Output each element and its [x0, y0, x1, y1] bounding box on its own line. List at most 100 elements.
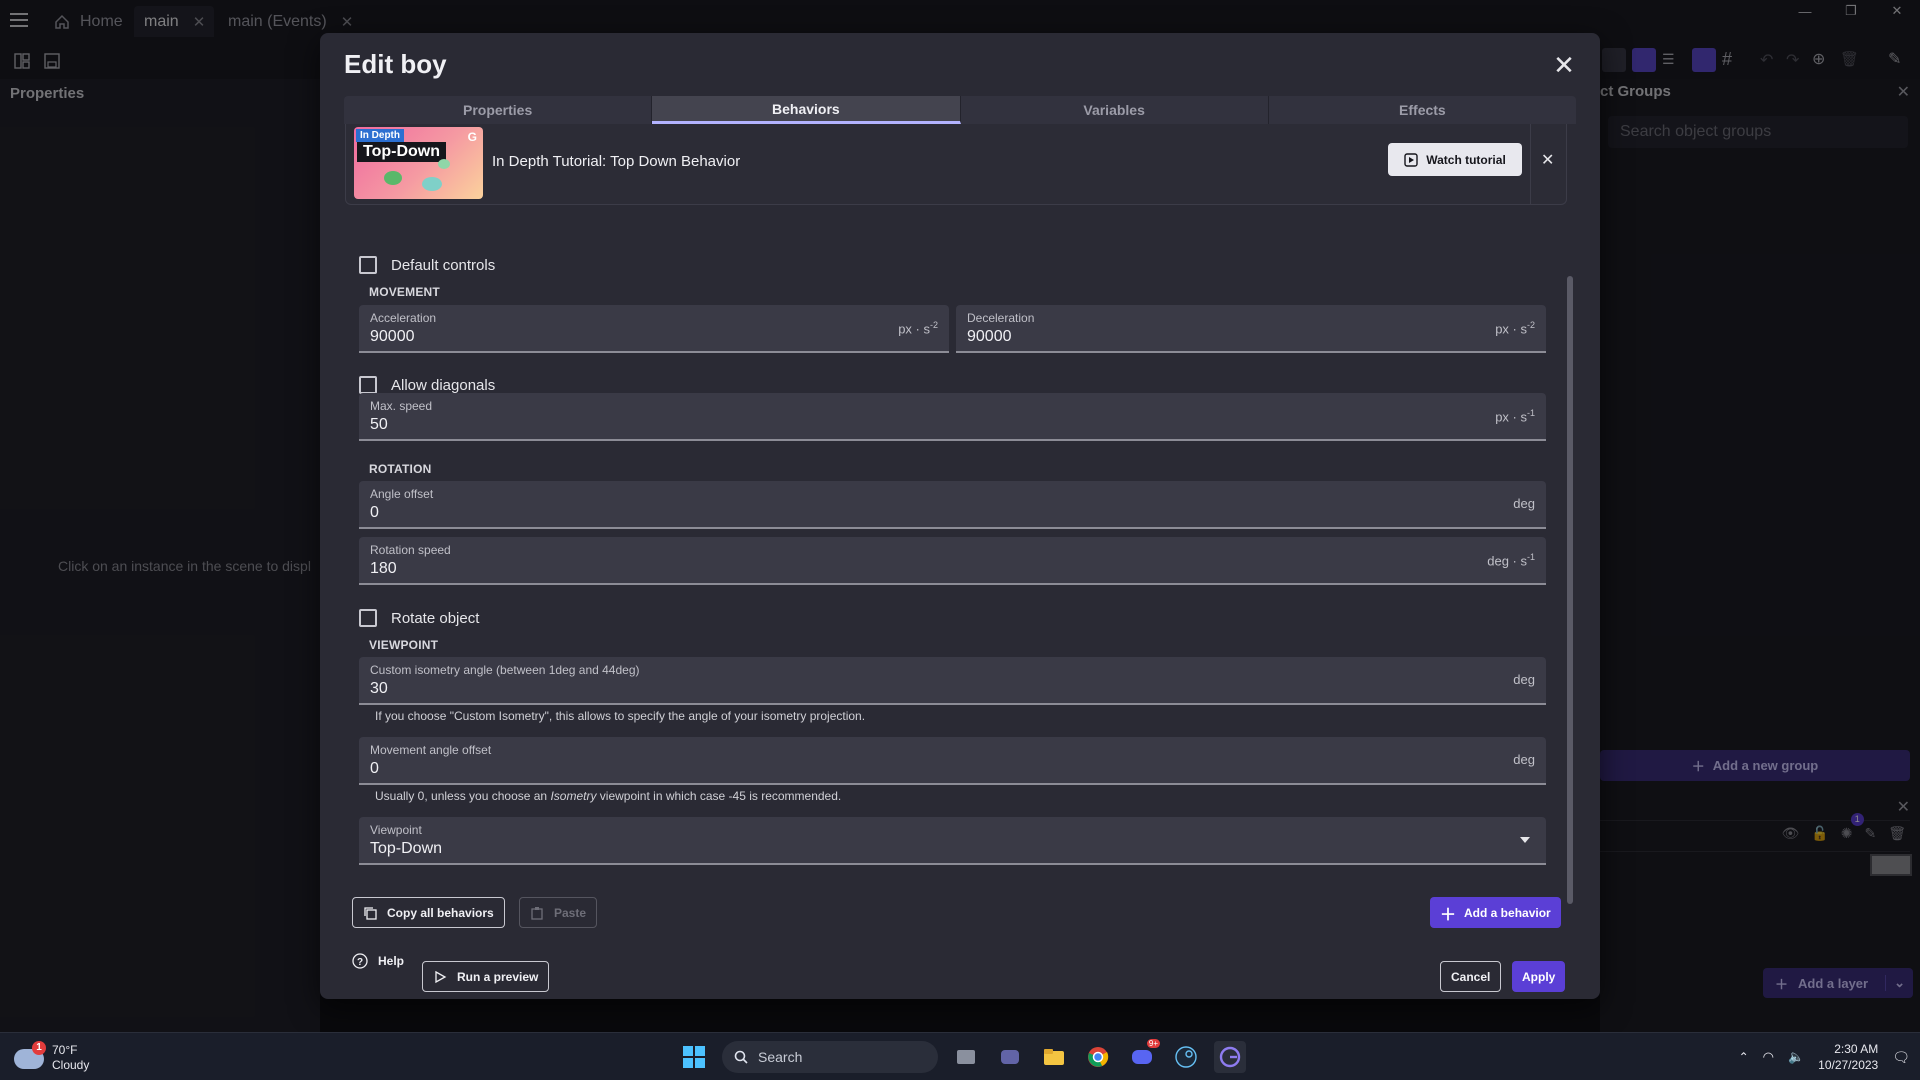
tab-variables[interactable]: Variables — [961, 96, 1269, 124]
tutorial-card: In Depth Top-Down G In Depth Tutorial: T… — [345, 124, 1567, 205]
gdevelop-icon[interactable] — [1214, 1041, 1246, 1073]
weather-desc: Cloudy — [52, 1058, 90, 1072]
help-icon: ? — [352, 953, 368, 969]
rotation-speed-field[interactable]: Rotation speed 180 deg · s-1 — [359, 537, 1546, 585]
custom-isometry-label: Custom isometry angle (between 1deg and … — [370, 663, 640, 677]
clock[interactable]: 2:30 AM 10/27/2023 — [1818, 1041, 1878, 1073]
cloud-icon: 1 — [14, 1041, 46, 1069]
deceleration-label: Deceleration — [967, 311, 1035, 325]
rotation-section-title: ROTATION — [369, 462, 432, 476]
task-view-icon[interactable] — [950, 1041, 982, 1073]
add-behavior-button[interactable]: ＋ Add a behavior — [1430, 897, 1561, 928]
dropdown-arrow-icon[interactable] — [1520, 837, 1530, 843]
edit-object-dialog: Edit boy ✕ Properties Behaviors Variable… — [320, 33, 1600, 999]
max-speed-field[interactable]: Max. speed 50 px · s-1 — [359, 393, 1546, 441]
play-icon — [433, 970, 447, 984]
acceleration-field[interactable]: Acceleration 90000 px · s-2 — [359, 305, 949, 353]
divider — [1530, 124, 1531, 205]
acceleration-label: Acceleration — [370, 311, 437, 325]
chevron-up-icon[interactable]: ⌃ — [1739, 1050, 1749, 1064]
help-button[interactable]: ? Help — [352, 953, 404, 969]
clipboard-icon — [530, 906, 544, 920]
viewpoint-section-title: VIEWPOINT — [369, 638, 439, 652]
copy-all-behaviors-button[interactable]: Copy all behaviors — [352, 897, 505, 928]
movement-angle-offset-field[interactable]: Movement angle offset 0 deg — [359, 737, 1546, 785]
rotation-speed-value[interactable]: 180 — [370, 560, 397, 578]
discord-icon[interactable]: 9+ — [1126, 1039, 1160, 1073]
deceleration-field[interactable]: Deceleration 90000 px · s-2 — [956, 305, 1546, 353]
allow-diagonals-label: Allow diagonals — [391, 376, 496, 394]
angle-offset-value[interactable]: 0 — [370, 504, 379, 522]
cancel-button[interactable]: Cancel — [1440, 961, 1502, 992]
tab-properties[interactable]: Properties — [344, 96, 653, 124]
copy-all-behaviors-label: Copy all behaviors — [387, 905, 494, 920]
tab-effects[interactable]: Effects — [1269, 96, 1576, 124]
paste-button[interactable]: Paste — [519, 897, 598, 928]
custom-isometry-unit: deg — [1513, 672, 1535, 687]
paste-label: Paste — [554, 905, 587, 920]
angle-offset-unit: deg — [1513, 496, 1535, 511]
file-explorer-icon[interactable] — [1038, 1041, 1070, 1073]
dialog-tabs: Properties Behaviors Variables Effects — [344, 96, 1576, 124]
movement-section-title: MOVEMENT — [369, 285, 440, 299]
rotation-speed-unit: deg · s-1 — [1487, 552, 1535, 569]
dialog-title: Edit boy — [344, 49, 447, 79]
rotation-speed-label: Rotation speed — [370, 543, 451, 557]
svg-text:?: ? — [357, 957, 363, 968]
close-dialog-icon[interactable]: ✕ — [1550, 51, 1578, 79]
tutorial-thumbnail[interactable]: In Depth Top-Down G — [354, 127, 483, 199]
apply-button[interactable]: Apply — [1512, 961, 1566, 992]
volume-icon[interactable]: 🔈 — [1788, 1049, 1804, 1065]
checkbox-icon[interactable] — [359, 609, 377, 627]
watch-tutorial-button[interactable]: Watch tutorial — [1388, 143, 1522, 176]
search-icon — [734, 1050, 748, 1064]
behaviors-content[interactable]: In Depth Top-Down G In Depth Tutorial: T… — [344, 124, 1576, 904]
dismiss-tutorial-icon[interactable]: ✕ — [1541, 150, 1554, 170]
system-tray: ⌃ ◠ 🔈 2:30 AM 10/27/2023 🗨 — [1739, 1033, 1920, 1080]
run-preview-button[interactable]: Run a preview — [422, 961, 550, 992]
movement-angle-help: Usually 0, unless you choose an Isometry… — [375, 789, 842, 803]
deceleration-value[interactable]: 90000 — [967, 328, 1012, 346]
acceleration-unit: px · s-2 — [898, 320, 938, 337]
play-icon — [1404, 152, 1418, 167]
default-controls-label: Default controls — [391, 256, 496, 274]
custom-isometry-field[interactable]: Custom isometry angle (between 1deg and … — [359, 657, 1546, 705]
viewpoint-select[interactable]: Viewpoint Top-Down — [359, 817, 1546, 865]
wifi-icon[interactable]: ◠ — [1763, 1049, 1774, 1065]
search-label: Search — [758, 1049, 803, 1065]
custom-isometry-help: If you choose "Custom Isometry", this al… — [375, 709, 866, 723]
teams-icon[interactable] — [994, 1041, 1026, 1073]
movement-angle-offset-value[interactable]: 0 — [370, 760, 379, 778]
tutorial-badge: In Depth — [356, 129, 404, 142]
taskbar-apps: Search 9+ — [678, 1039, 1246, 1073]
checkbox-icon[interactable] — [359, 256, 377, 274]
chrome-icon[interactable] — [1082, 1041, 1114, 1073]
windows-taskbar: 1 70°F Cloudy Search 9+ ⌃ ◠ 🔈 2:30 AM 10… — [0, 1032, 1920, 1080]
weather-widget[interactable]: 1 70°F Cloudy — [14, 1041, 90, 1073]
acceleration-value[interactable]: 90000 — [370, 328, 415, 346]
checkbox-icon[interactable] — [359, 376, 377, 394]
max-speed-value[interactable]: 50 — [370, 416, 388, 434]
default-controls-checkbox[interactable]: Default controls — [359, 254, 495, 276]
tutorial-thumb-title: Top-Down — [357, 142, 447, 162]
watch-tutorial-label: Watch tutorial — [1426, 152, 1506, 167]
max-speed-label: Max. speed — [370, 399, 433, 413]
taskbar-search[interactable]: Search — [722, 1041, 938, 1073]
weather-badge: 1 — [32, 1041, 46, 1055]
deceleration-unit: px · s-2 — [1495, 320, 1535, 337]
scrollbar[interactable] — [1567, 276, 1573, 904]
thumbnail-shape-icon — [438, 159, 450, 169]
angle-offset-label: Angle offset — [370, 487, 434, 501]
viewpoint-value[interactable]: Top-Down — [370, 840, 442, 858]
cancel-label: Cancel — [1451, 969, 1491, 984]
help-label: Help — [378, 954, 405, 968]
custom-isometry-value[interactable]: 30 — [370, 680, 388, 698]
angle-offset-field[interactable]: Angle offset 0 deg — [359, 481, 1546, 529]
discord-badge: 9+ — [1146, 1039, 1160, 1048]
tab-behaviors[interactable]: Behaviors — [652, 96, 961, 124]
windows-start-icon[interactable] — [678, 1041, 710, 1073]
rotate-object-checkbox[interactable]: Rotate object — [359, 607, 479, 629]
steam-icon[interactable] — [1170, 1041, 1202, 1073]
notification-icon[interactable]: 🗨 — [1892, 1049, 1910, 1066]
run-preview-label: Run a preview — [457, 969, 539, 984]
